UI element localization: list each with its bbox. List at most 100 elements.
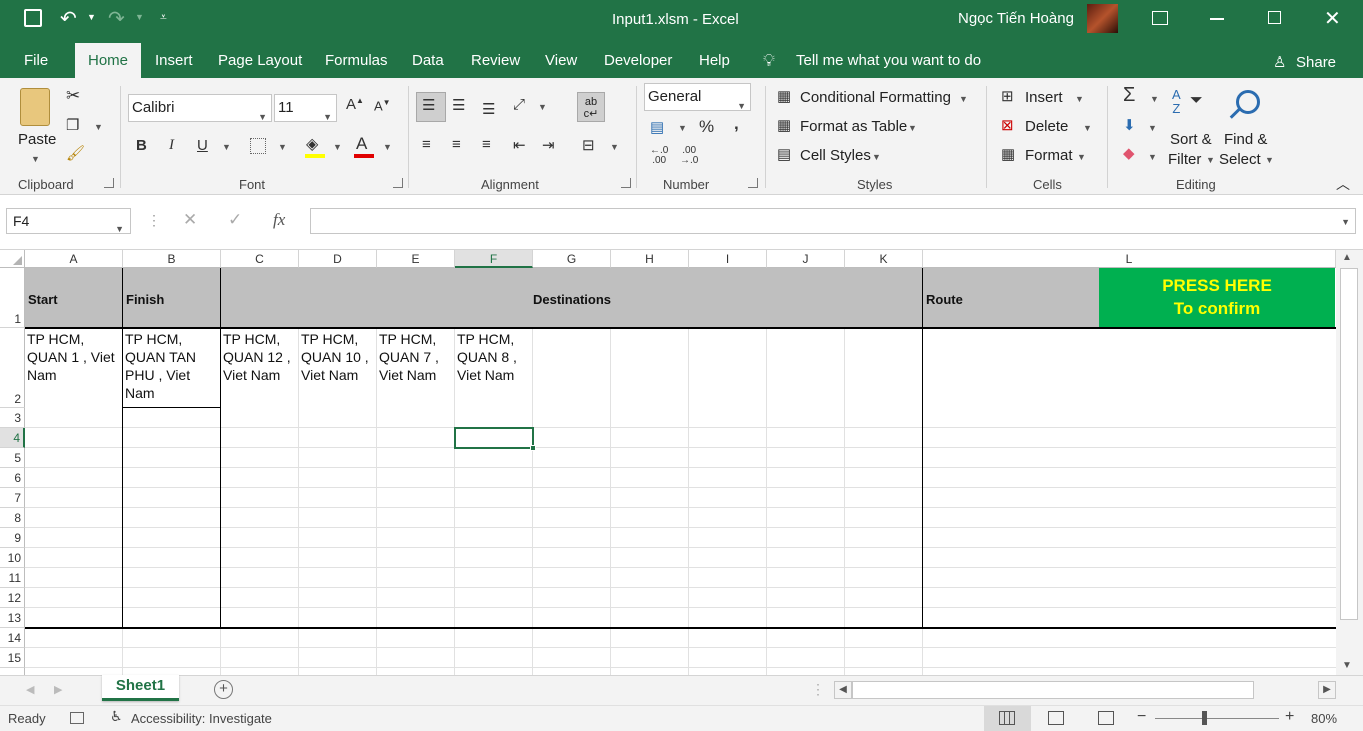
chevron-down-icon[interactable]: ▼ — [959, 94, 968, 104]
increase-indent-icon[interactable]: ⇥ — [542, 136, 555, 154]
tab-home[interactable]: Home — [75, 43, 141, 78]
decrease-font-icon[interactable]: A▼ — [374, 98, 391, 113]
autosum-icon[interactable]: Σ — [1123, 84, 1135, 107]
sort-filter-button-line1[interactable]: Sort & — [1170, 131, 1212, 148]
cell-d2[interactable]: TP HCM, QUAN 10 , Viet Nam — [299, 329, 377, 385]
name-box[interactable]: F4 ▼ — [6, 208, 131, 234]
copy-icon[interactable]: ❐ — [66, 116, 79, 134]
column-header-l[interactable]: L — [923, 250, 1336, 268]
format-cells-button[interactable]: Format — [1025, 147, 1073, 164]
enter-icon[interactable]: ✓ — [228, 210, 242, 230]
format-painter-icon[interactable]: 🖌︎ — [66, 144, 85, 162]
fill-icon[interactable]: ⬇ — [1123, 116, 1136, 134]
increase-font-icon[interactable]: A▲ — [346, 96, 364, 113]
cell-a2[interactable]: TP HCM, QUAN 1 , Viet Nam — [25, 329, 123, 385]
decrease-indent-icon[interactable]: ⇤ — [513, 136, 526, 154]
fill-color-icon[interactable]: ◈ — [306, 134, 318, 154]
cell-b2[interactable]: TP HCM, QUAN TAN PHU , Viet Nam — [123, 329, 221, 403]
column-header-a[interactable]: A — [25, 250, 123, 268]
active-cell-f4[interactable] — [454, 427, 534, 449]
row-header-10[interactable]: 10 — [0, 548, 25, 568]
chevron-down-icon[interactable]: ▼ — [87, 12, 96, 22]
previous-sheet-icon[interactable]: ◀ — [26, 683, 34, 696]
redo-icon[interactable]: ↷ — [108, 6, 125, 31]
tab-formulas[interactable]: Formulas — [325, 40, 388, 78]
decrease-decimal-icon[interactable]: .00 →.0 — [680, 146, 698, 166]
row-header-14[interactable]: 14 — [0, 628, 25, 648]
chevron-down-icon[interactable]: ▼ — [1077, 152, 1086, 162]
row-header-7[interactable]: 7 — [0, 488, 25, 508]
select-all-corner[interactable] — [0, 250, 25, 268]
minimize-icon[interactable] — [1210, 18, 1224, 20]
chevron-down-icon[interactable]: ▼ — [1083, 123, 1092, 133]
merge-center-icon[interactable]: ⊟ — [582, 136, 595, 154]
dialog-launcher-icon[interactable] — [393, 178, 403, 188]
paste-button[interactable]: Paste — [18, 131, 56, 148]
find-select-button-line1[interactable]: Find & — [1224, 131, 1267, 148]
chevron-down-icon[interactable]: ▼ — [383, 142, 392, 152]
chevron-down-icon[interactable]: ▼ — [31, 154, 40, 164]
tab-developer[interactable]: Developer — [604, 40, 672, 78]
align-bottom-icon[interactable]: ☰ — [482, 100, 495, 118]
accessibility-icon[interactable]: ♿︎ — [110, 708, 123, 725]
clear-icon[interactable]: ◆ — [1123, 144, 1135, 162]
formula-bar-grip-icon[interactable]: ⋮ — [147, 212, 161, 229]
horizontal-scroll-thumb[interactable] — [852, 681, 1254, 699]
chevron-down-icon[interactable]: ▼ — [610, 142, 619, 152]
sheet-tab-sheet1[interactable]: Sheet1 — [102, 675, 179, 701]
row-header-2[interactable]: 2 — [0, 328, 25, 408]
press-here-confirm-button[interactable]: PRESS HERE To confirm — [1099, 268, 1335, 328]
borders-icon[interactable] — [250, 138, 266, 154]
tabs-splitter-icon[interactable]: ⋮ — [811, 681, 825, 698]
column-header-f[interactable]: F — [455, 250, 533, 268]
tab-file[interactable]: File — [24, 40, 48, 78]
tab-review[interactable]: Review — [471, 40, 520, 78]
bold-button[interactable]: B — [136, 137, 147, 154]
font-name-box[interactable]: Calibri ▼ — [128, 94, 272, 122]
italic-button[interactable]: I — [169, 137, 174, 154]
tab-page-layout[interactable]: Page Layout — [218, 40, 302, 78]
dialog-launcher-icon[interactable] — [748, 178, 758, 188]
underline-button[interactable]: U — [197, 137, 208, 154]
customize-qat-icon[interactable]: ⩡ — [160, 10, 167, 25]
column-header-i[interactable]: I — [689, 250, 767, 268]
format-as-table-button[interactable]: Format as Table — [800, 118, 907, 135]
fill-handle[interactable] — [530, 445, 536, 451]
align-center-icon[interactable]: ≡ — [452, 136, 461, 153]
row-header-8[interactable]: 8 — [0, 508, 25, 528]
vertical-scroll-thumb[interactable] — [1340, 268, 1358, 620]
normal-view-button[interactable] — [984, 706, 1031, 731]
scroll-right-icon[interactable]: ▶ — [1318, 681, 1336, 699]
column-header-c[interactable]: C — [221, 250, 299, 268]
zoom-slider-handle[interactable] — [1202, 711, 1207, 725]
cut-icon[interactable]: ✂ — [66, 86, 80, 106]
row-header-1[interactable]: 1 — [0, 268, 25, 328]
find-select-button-line2[interactable]: Select — [1219, 151, 1261, 168]
cell-e2[interactable]: TP HCM, QUAN 7 , Viet Nam — [377, 329, 455, 385]
macro-record-icon[interactable] — [70, 712, 84, 724]
accounting-format-icon[interactable]: ▤ — [650, 118, 664, 136]
chevron-down-icon[interactable]: ▼ — [872, 152, 881, 162]
avatar[interactable] — [1087, 4, 1118, 33]
undo-icon[interactable]: ↶ — [60, 6, 77, 31]
page-break-view-icon[interactable] — [1098, 711, 1114, 725]
chevron-down-icon[interactable]: ▼ — [1148, 123, 1157, 133]
wrap-text-button[interactable]: ab c↵ — [577, 92, 605, 122]
insert-cells-button[interactable]: Insert — [1025, 89, 1063, 106]
row-header-4[interactable]: 4 — [0, 428, 25, 448]
tab-insert[interactable]: Insert — [155, 40, 193, 78]
font-color-icon[interactable]: A — [356, 134, 367, 154]
vertical-scrollbar[interactable]: ▲ ▼ — [1336, 250, 1363, 675]
conditional-formatting-button[interactable]: Conditional Formatting — [800, 89, 951, 106]
dialog-launcher-icon[interactable] — [621, 178, 631, 188]
chevron-down-icon[interactable]: ▼ — [1265, 155, 1274, 165]
collapse-ribbon-icon[interactable]: ︿ — [1336, 174, 1350, 194]
chevron-down-icon[interactable]: ▼ — [678, 123, 687, 133]
column-header-k[interactable]: K — [845, 250, 923, 268]
chevron-down-icon[interactable]: ▼ — [1150, 94, 1159, 104]
chevron-down-icon[interactable]: ▼ — [333, 142, 342, 152]
row-header-11[interactable]: 11 — [0, 568, 25, 588]
column-header-d[interactable]: D — [299, 250, 377, 268]
increase-decimal-icon[interactable]: ←.0.00 — [650, 146, 668, 166]
tab-data[interactable]: Data — [412, 40, 444, 78]
